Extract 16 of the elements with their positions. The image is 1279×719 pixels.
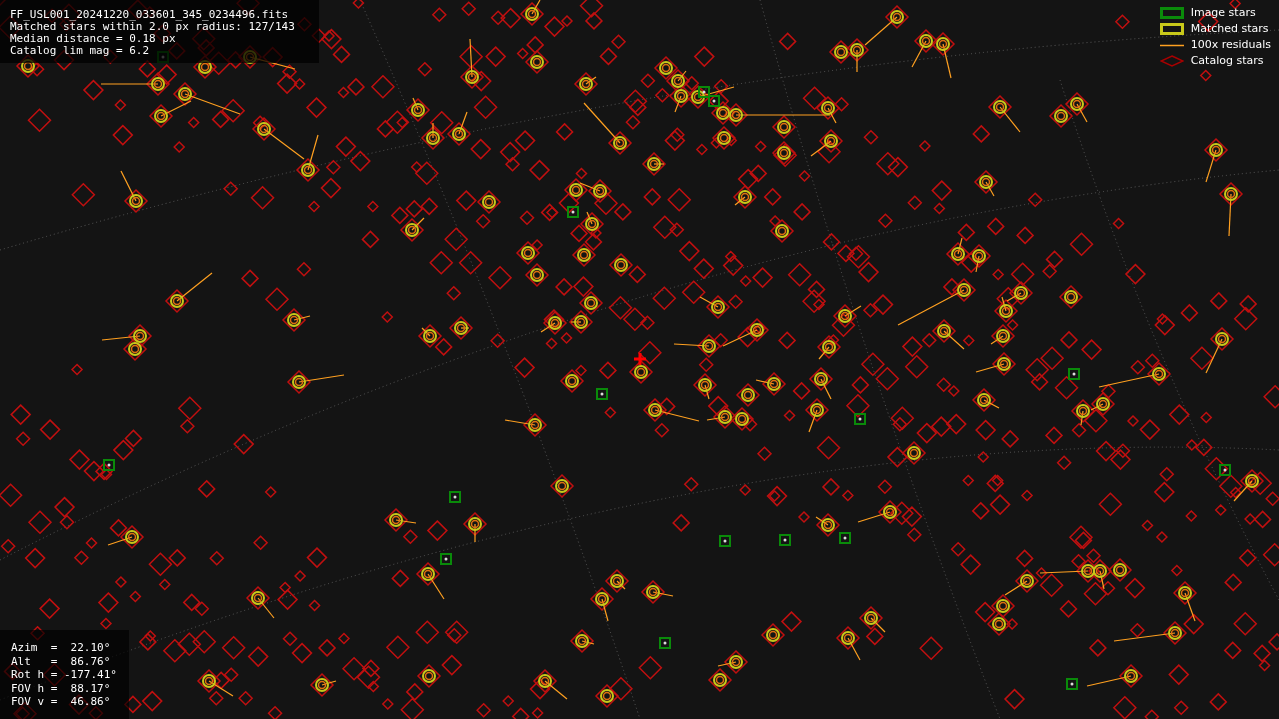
info-text: FF_USL001_20241220_033601_345_0234496.fits: [10, 9, 290, 21]
legend-label: Image stars: [1190, 6, 1256, 20]
pointing-text: FOV v = 46.86°: [11, 695, 112, 709]
rectangle-icon: [1159, 7, 1184, 19]
diamond-icon: [1159, 55, 1184, 67]
pointing-text: Azim = 22.10°: [11, 641, 112, 655]
legend-label: 100x residuals: [1190, 38, 1271, 52]
rectangle-icon: [1159, 23, 1184, 35]
pointing-text: FOV h = 88.17°: [11, 681, 112, 695]
info-text: Catalog lim mag = 6.2: [10, 45, 151, 57]
legend-label: Catalog stars: [1190, 54, 1264, 68]
line-icon: [1159, 43, 1184, 47]
info-text: Median distance = 0.18 px: [10, 33, 177, 45]
pointing-text: Alt = 86.76°: [11, 654, 112, 668]
pointing-text: Rot h = -177.41°: [11, 668, 118, 682]
info-text: Matched stars within 2.0 px radius: 127/143: [10, 21, 296, 33]
